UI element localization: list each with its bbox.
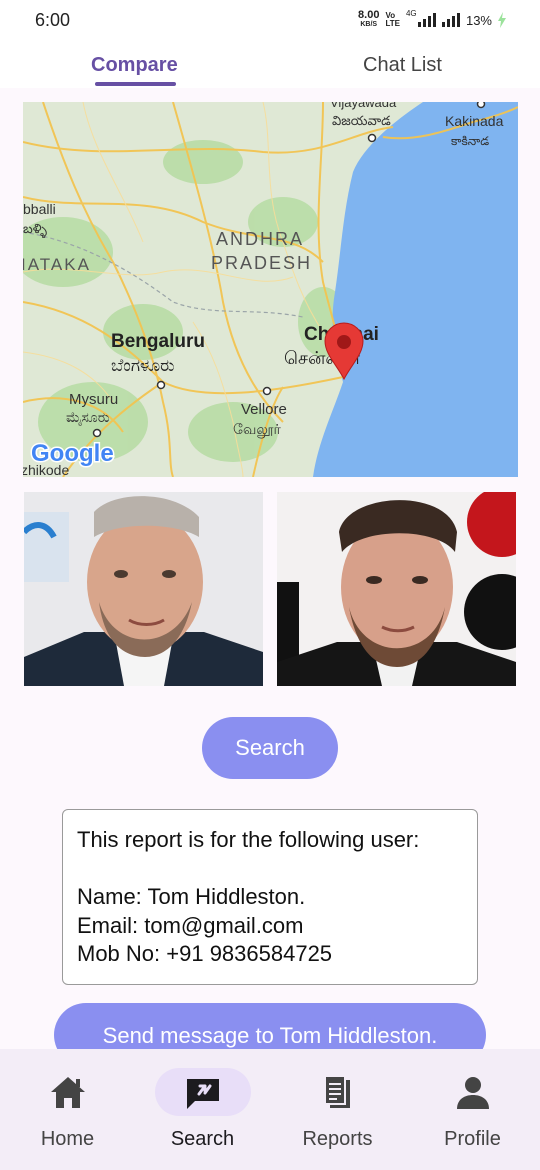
- map-label-bengaluru: Bengaluru: [111, 331, 205, 352]
- report-name: Name: Tom Hiddleston.: [77, 884, 306, 909]
- volte-icon: Vo LTE: [385, 12, 400, 28]
- person-icon: [457, 1077, 489, 1109]
- report-intro: This report is for the following user:: [77, 827, 420, 852]
- network-speed-unit: KB/S: [360, 21, 378, 28]
- map-label-vijayawada: Vijayawada: [330, 102, 397, 110]
- network-speed-value: 8.00: [358, 9, 380, 21]
- face-photo-left: [24, 492, 263, 686]
- face-photo-right: [277, 492, 516, 686]
- status-bar: 6:00 8.00 KB/S Vo LTE 4G 13%: [0, 0, 540, 42]
- location-map[interactable]: Vijayawada విజయవాడ Kakinada కాకినాడ bbal…: [23, 102, 518, 477]
- tab-compare[interactable]: Compare: [91, 54, 178, 77]
- map-label-mysuru: Mysuru: [69, 391, 118, 408]
- battery-text: 13%: [465, 12, 492, 28]
- home-icon: [51, 1077, 85, 1108]
- status-time: 6:00: [35, 10, 71, 30]
- nav-item-profile[interactable]: Profile: [405, 1049, 540, 1170]
- network-type: 4G: [405, 9, 417, 18]
- map-label-vellore-ta: வேலூர்: [233, 421, 281, 438]
- signal-4g-icon: 4G: [406, 9, 436, 27]
- nav-label-reports: Reports: [302, 1128, 373, 1150]
- map-label-vijayawada-te: విజయవాడ: [332, 113, 391, 128]
- nav-item-reports[interactable]: Reports: [270, 1049, 405, 1170]
- bottom-navigation: Home Search Reports Profile: [0, 1049, 540, 1170]
- network-speed: 8.00 KB/S: [358, 9, 380, 29]
- nav-label-home: Home: [40, 1128, 95, 1150]
- map-label-kakinada-te: కాకినాడ: [451, 134, 489, 148]
- nav-item-home[interactable]: Home: [0, 1049, 135, 1170]
- nav-label-profile: Profile: [444, 1128, 501, 1150]
- report-mobile: Mob No: +91 9836584725: [77, 941, 333, 966]
- signal-icon: [441, 13, 460, 27]
- top-tabs: Compare Chat List: [0, 42, 540, 88]
- tab-chat-list[interactable]: Chat List: [363, 54, 442, 77]
- map-label-bengaluru-kn: ಬೆಂಗಳೂರು: [111, 356, 175, 375]
- map-label-kakinada: Kakinada: [445, 113, 504, 129]
- chat-search-icon: [187, 1079, 219, 1109]
- status-icons: 8.00 KB/S Vo LTE 4G 13%: [358, 9, 506, 29]
- report-email: Email: tom@gmail.com: [77, 912, 304, 938]
- reports-icon: [324, 1075, 350, 1108]
- map-label-karnataka: IATAKA: [23, 255, 91, 274]
- map-label-andhra: ANDHRA: [216, 229, 304, 249]
- report-box: This report is for the following user: N…: [62, 809, 478, 985]
- nav-item-search[interactable]: Search: [135, 1049, 270, 1170]
- google-logo: Google: [31, 440, 114, 467]
- volte-bottom: LTE: [385, 19, 400, 28]
- nav-label-search: Search: [170, 1128, 235, 1150]
- search-button[interactable]: Search: [202, 717, 338, 779]
- map-canvas[interactable]: Vijayawada విజయవాడ Kakinada కాకినాడ bbal…: [23, 102, 518, 477]
- map-label-bballi: bballi: [23, 201, 56, 217]
- tab-indicator: [95, 82, 176, 86]
- battery-charging-icon: [498, 12, 506, 28]
- map-label-mysuru-kn: ಮೈಸೂರು: [66, 409, 110, 426]
- map-label-pradesh: PRADESH: [211, 253, 312, 273]
- map-label-vellore: Vellore: [241, 401, 287, 418]
